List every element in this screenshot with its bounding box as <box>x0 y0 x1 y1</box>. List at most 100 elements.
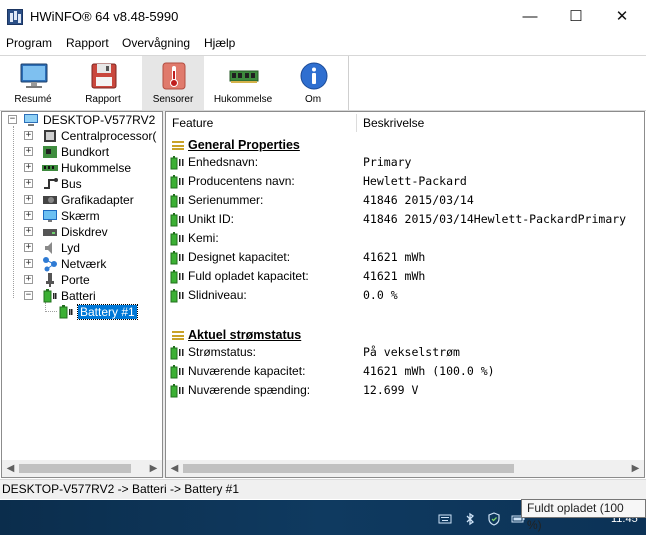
security-shield-icon[interactable] <box>487 512 501 526</box>
memory-button-label: Hukommelse <box>213 94 273 105</box>
battery-icon <box>170 384 184 398</box>
tree-item-label: Bundkort <box>61 145 110 159</box>
battery-icon <box>170 194 184 208</box>
table-row[interactable]: Designet kapacitet: 41621 mWh <box>166 248 644 267</box>
table-row[interactable]: Nuværende spænding: 12.699 V <box>166 381 644 400</box>
expand-icon[interactable]: + <box>24 195 33 204</box>
maximize-button[interactable]: ☐ <box>553 0 599 34</box>
expand-icon[interactable]: + <box>24 259 33 268</box>
feature-value: 12.699 V <box>363 383 419 397</box>
about-button-label: Om <box>304 94 322 105</box>
tree-item-memory[interactable]: + Hukommelse <box>22 160 162 176</box>
section-title: General Properties <box>188 138 300 152</box>
menu-overvaagning[interactable]: Overvågning <box>122 36 190 50</box>
feature-value: 41621 mWh <box>363 250 426 264</box>
table-row[interactable]: Producentens navn: Hewlett-Packard <box>166 172 644 191</box>
expand-icon[interactable]: + <box>24 243 33 252</box>
collapse-icon[interactable]: − <box>8 115 17 124</box>
window-title: HWiNFO® 64 v8.48-5990 <box>30 9 179 24</box>
scroll-left-icon[interactable]: ◀ <box>166 460 183 477</box>
keyboard-icon[interactable] <box>438 512 452 526</box>
network-icon <box>43 257 57 272</box>
battery-icon <box>43 289 57 303</box>
expand-icon[interactable]: + <box>24 227 33 236</box>
scroll-right-icon[interactable]: ▶ <box>627 460 644 477</box>
table-row[interactable]: Enhedsnavn: Primary <box>166 153 644 172</box>
table-row[interactable]: Slidniveau: 0.0 % <box>166 286 644 305</box>
tree-item-monitor[interactable]: + Skærm <box>22 208 162 224</box>
table-row[interactable]: Kemi: <box>166 229 644 248</box>
feature-label: Unikt ID: <box>188 212 235 226</box>
tree-item-network[interactable]: + Netværk <box>22 256 162 272</box>
table-row[interactable]: Fuld opladet kapacitet: 41621 mWh <box>166 267 644 286</box>
scrollbar-thumb[interactable] <box>19 464 131 473</box>
sensors-button-label: Sensorer <box>152 94 194 105</box>
tree-item-motherboard[interactable]: + Bundkort <box>22 144 162 160</box>
section-icon <box>172 331 184 340</box>
expand-icon[interactable]: + <box>24 275 33 284</box>
battery-icon <box>170 251 184 265</box>
expand-icon[interactable]: + <box>24 179 33 188</box>
tree-horizontal-scrollbar[interactable]: ◀ ▶ <box>2 460 162 477</box>
tree-item-battery-1[interactable]: Battery #1 <box>58 304 162 320</box>
info-icon <box>300 62 328 90</box>
tree-item-label: Hukommelse <box>61 161 132 175</box>
tree-item-label: Skærm <box>61 209 100 223</box>
collapse-icon[interactable]: − <box>24 291 33 300</box>
battery-icon <box>59 305 73 319</box>
tree-item-graphics[interactable]: + Grafikadapter <box>22 192 162 208</box>
expand-icon[interactable]: + <box>24 147 33 156</box>
tree-item-disk[interactable]: + Diskdrev <box>22 224 162 240</box>
feature-label: Enhedsnavn: <box>188 155 259 169</box>
tree-root[interactable]: − DESKTOP-V577RV2 <box>6 112 162 128</box>
report-button[interactable]: Rapport <box>72 56 134 110</box>
scroll-left-icon[interactable]: ◀ <box>2 460 19 477</box>
feature-label: Nuværende spænding: <box>188 383 311 397</box>
scrollbar-thumb[interactable] <box>183 464 514 473</box>
expand-icon[interactable]: + <box>24 163 33 172</box>
tree-item-cpu[interactable]: + Centralprocessor( <box>22 128 162 144</box>
memory-button[interactable]: Hukommelse <box>212 56 274 110</box>
summary-button[interactable]: Resumé <box>2 56 64 110</box>
column-header-description[interactable]: Beskrivelse <box>357 112 644 134</box>
thermometer-icon <box>162 62 186 90</box>
menu-hjaelp[interactable]: Hjælp <box>204 36 235 50</box>
details-pane: Feature Beskrivelse General Properties E… <box>165 111 645 478</box>
feature-label: Kemi: <box>188 231 219 245</box>
monitor-icon <box>43 210 57 222</box>
table-row[interactable]: Strømstatus: På vekselstrøm <box>166 343 644 362</box>
column-header-feature[interactable]: Feature <box>166 112 356 134</box>
tree-guide-line <box>13 126 14 298</box>
bluetooth-icon[interactable] <box>463 512 477 526</box>
toolbar: Resumé Rapport Sensorer Hukommelse Om <box>0 55 646 111</box>
tree-item-battery[interactable]: − Batteri <box>22 288 162 304</box>
expand-icon[interactable]: + <box>24 131 33 140</box>
minimize-button[interactable]: — <box>507 0 553 34</box>
table-row[interactable]: Nuværende kapacitet: 41621 mWh (100.0 %) <box>166 362 644 381</box>
battery-icon <box>170 156 184 170</box>
battery-icon <box>170 365 184 379</box>
feature-label: Fuld opladet kapacitet: <box>188 269 309 283</box>
feature-label: Producentens navn: <box>188 174 295 188</box>
cpu-icon <box>44 130 56 142</box>
battery-icon <box>170 346 184 360</box>
menu-program[interactable]: Program <box>6 36 52 50</box>
feature-label: Serienummer: <box>188 193 264 207</box>
about-button[interactable]: Om <box>282 56 344 110</box>
details-horizontal-scrollbar[interactable]: ◀ ▶ <box>166 460 644 477</box>
motherboard-icon <box>43 146 57 158</box>
table-row[interactable]: Serienummer: 41846 2015/03/14 <box>166 191 644 210</box>
expand-icon[interactable]: + <box>24 211 33 220</box>
tree-item-ports[interactable]: + Porte <box>22 272 162 288</box>
feature-value: 41621 mWh (100.0 %) <box>363 364 495 378</box>
sensors-button[interactable]: Sensorer <box>142 56 204 110</box>
device-tree[interactable]: − DESKTOP-V577RV2 + Centralprocessor( + … <box>1 111 163 478</box>
battery-icon <box>170 232 184 246</box>
tree-item-label: Batteri <box>61 289 96 303</box>
table-row[interactable]: Unikt ID: 41846 2015/03/14Hewlett-Packar… <box>166 210 644 229</box>
menu-rapport[interactable]: Rapport <box>66 36 109 50</box>
scroll-right-icon[interactable]: ▶ <box>145 460 162 477</box>
tree-item-bus[interactable]: + Bus <box>22 176 162 192</box>
tree-item-audio[interactable]: + Lyd <box>22 240 162 256</box>
close-button[interactable]: ✕ <box>599 0 645 34</box>
